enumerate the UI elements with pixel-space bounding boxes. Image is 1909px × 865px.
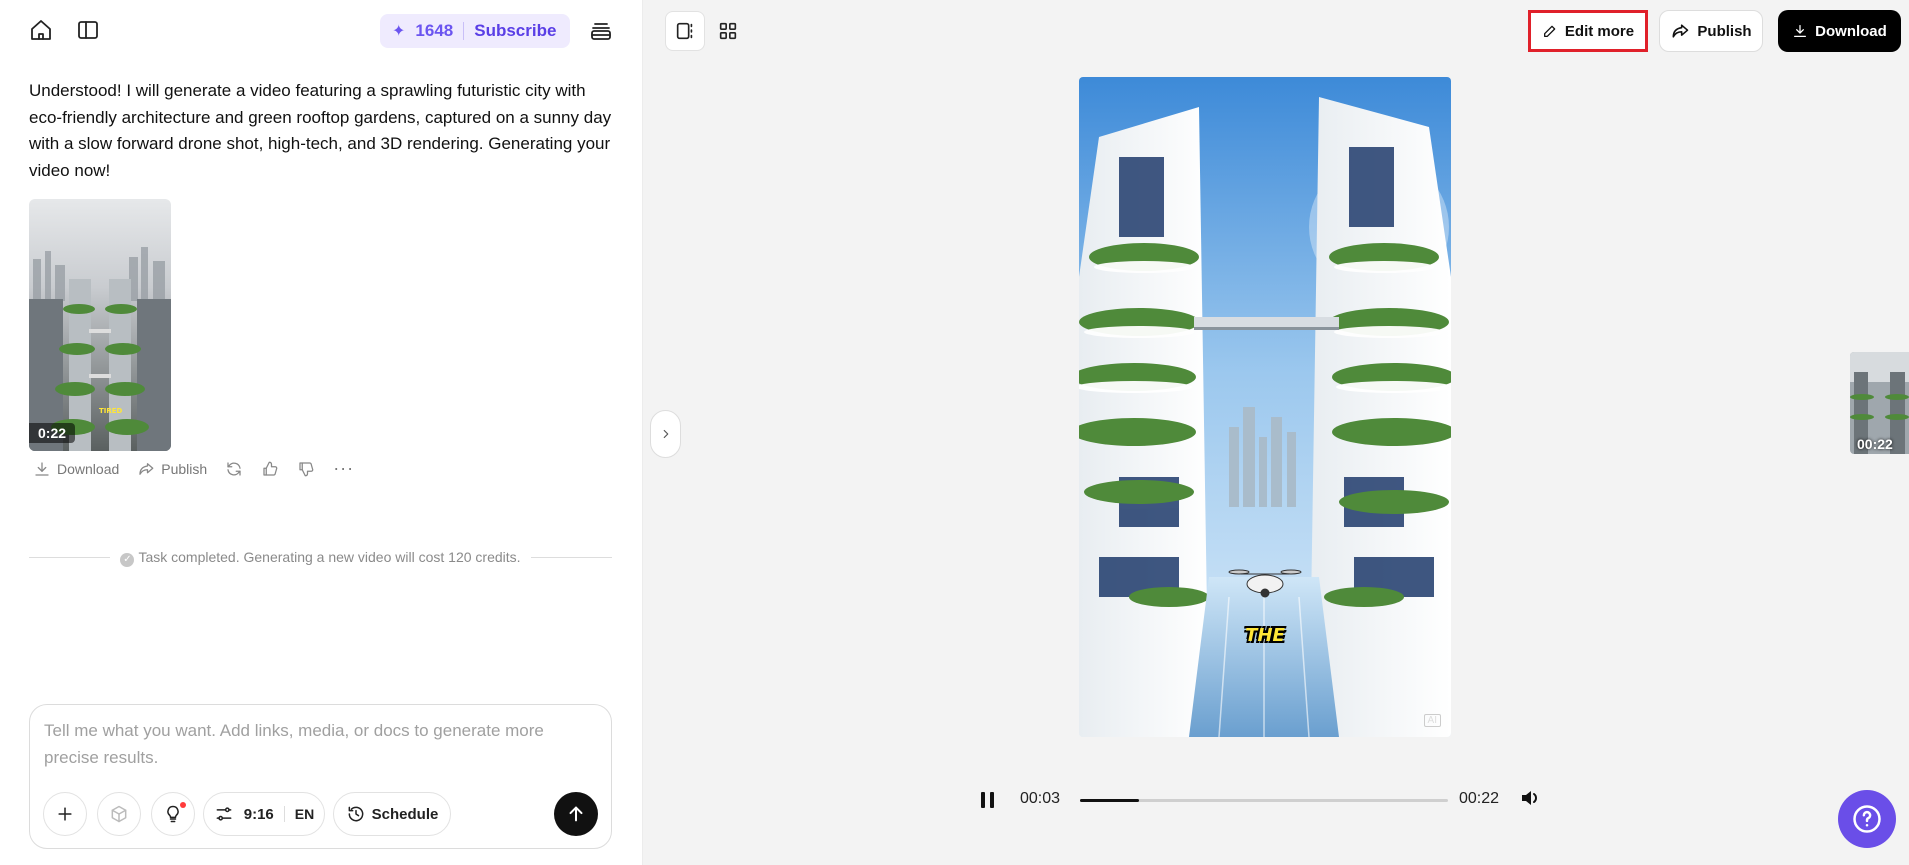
subscribe-link[interactable]: Subscribe (474, 21, 556, 41)
download-label: Download (1815, 22, 1887, 40)
panel-view-icon (676, 22, 693, 40)
question-icon (1853, 805, 1881, 833)
video-settings-button[interactable]: 9:16 EN (203, 792, 325, 836)
collapse-panel-button[interactable] (650, 410, 681, 458)
cube-icon (111, 805, 127, 823)
pencil-icon (1543, 25, 1556, 37)
grid-view-button[interactable] (708, 11, 748, 51)
language: EN (294, 806, 315, 822)
credits-pill[interactable]: ✦ 1648 Subscribe (380, 14, 571, 48)
total-time: 00:22 (1459, 790, 1500, 807)
refresh-icon (227, 461, 241, 476)
download-label: Download (57, 460, 120, 477)
chat-panel: ✦ 1648 Subscribe Understood! I will gene… (0, 0, 643, 865)
sparkle-icon: ✦ (392, 23, 406, 40)
send-button[interactable] (554, 792, 598, 836)
current-time: 00:03 (1020, 790, 1061, 807)
stack-menu-button[interactable] (585, 15, 617, 47)
share-icon (139, 462, 154, 475)
pause-button[interactable] (976, 782, 1000, 818)
help-button[interactable] (1838, 790, 1896, 848)
divider (463, 22, 465, 40)
add-attachment-button[interactable] (43, 792, 87, 836)
svg-text:TIRED: TIRED (99, 407, 123, 415)
pause-icon (976, 782, 1000, 818)
chevron-right-icon (663, 429, 668, 439)
video-player[interactable]: THE AI (1079, 77, 1451, 737)
task-status-text: Task completed. Generating a new video w… (138, 549, 521, 565)
arrow-up-icon (569, 806, 583, 822)
share-icon (1672, 24, 1689, 38)
regenerate-button[interactable] (225, 460, 243, 478)
credits-count: 1648 (415, 21, 454, 40)
plus-icon (58, 807, 72, 821)
task-status: ✓ Task completed. Generating a new video … (29, 549, 612, 567)
progress-fill (1080, 799, 1139, 802)
thumbs-up-icon (263, 461, 278, 476)
more-dots-icon: ··· (333, 458, 355, 478)
video-thumbnail[interactable]: TIRED 0:22 (29, 199, 171, 451)
home-button[interactable] (25, 14, 57, 46)
aspect-ratio: 9:16 (243, 805, 274, 823)
thumbnail-duration: 0:22 (29, 423, 76, 443)
prompt-input[interactable] (44, 717, 594, 773)
divider (530, 557, 612, 559)
task-status-text-wrap: ✓ Task completed. Generating a new video … (120, 549, 521, 567)
download-icon (35, 461, 49, 476)
sidebar-toggle-button[interactable] (72, 14, 104, 46)
divider (29, 557, 111, 559)
clock-history-icon (348, 806, 364, 822)
download-icon (1794, 25, 1807, 37)
publish-link[interactable]: Publish (137, 460, 207, 478)
check-circle-icon: ✓ (120, 552, 135, 567)
stack-icon (591, 23, 611, 40)
publish-label: Publish (1697, 22, 1752, 40)
ideas-button[interactable] (151, 792, 195, 836)
edit-more-button[interactable]: Edit more (1528, 10, 1648, 52)
publish-label: Publish (161, 460, 208, 477)
assistant-message: Understood! I will generate a video feat… (29, 81, 612, 180)
progress-bar[interactable] (1080, 799, 1448, 802)
volume-button[interactable] (1518, 786, 1544, 814)
download-link[interactable]: Download (33, 460, 119, 478)
schedule-label: Schedule (371, 805, 439, 823)
ai-badge: AI (1423, 714, 1441, 727)
download-button[interactable]: Download (1778, 10, 1901, 52)
like-button[interactable] (261, 460, 279, 478)
message-actions: Download Publish ··· (33, 458, 354, 479)
side-thumbnail-duration: 00:22 (1857, 436, 1893, 452)
3d-model-button[interactable] (97, 792, 141, 836)
city-thumbnail-image: TIRED (29, 199, 171, 451)
notification-dot (180, 802, 186, 808)
speaker-icon (1522, 791, 1537, 805)
more-options-button[interactable]: ··· (333, 458, 354, 479)
sliders-icon (216, 807, 232, 821)
thumbs-down-icon (299, 461, 314, 476)
prompt-composer: 9:16 EN Schedule (29, 704, 612, 849)
schedule-button[interactable]: Schedule (333, 792, 451, 836)
dislike-button[interactable] (297, 460, 315, 478)
home-icon (31, 20, 51, 40)
publish-button[interactable]: Publish (1659, 10, 1763, 52)
divider (283, 806, 285, 822)
video-caption: THE (1245, 625, 1285, 646)
side-video-thumbnail[interactable]: 00:22 (1850, 352, 1909, 454)
sidebar-layout-icon (78, 21, 98, 39)
single-view-button[interactable] (665, 11, 705, 51)
grid-icon (719, 22, 737, 40)
edit-more-label: Edit more (1564, 22, 1635, 40)
